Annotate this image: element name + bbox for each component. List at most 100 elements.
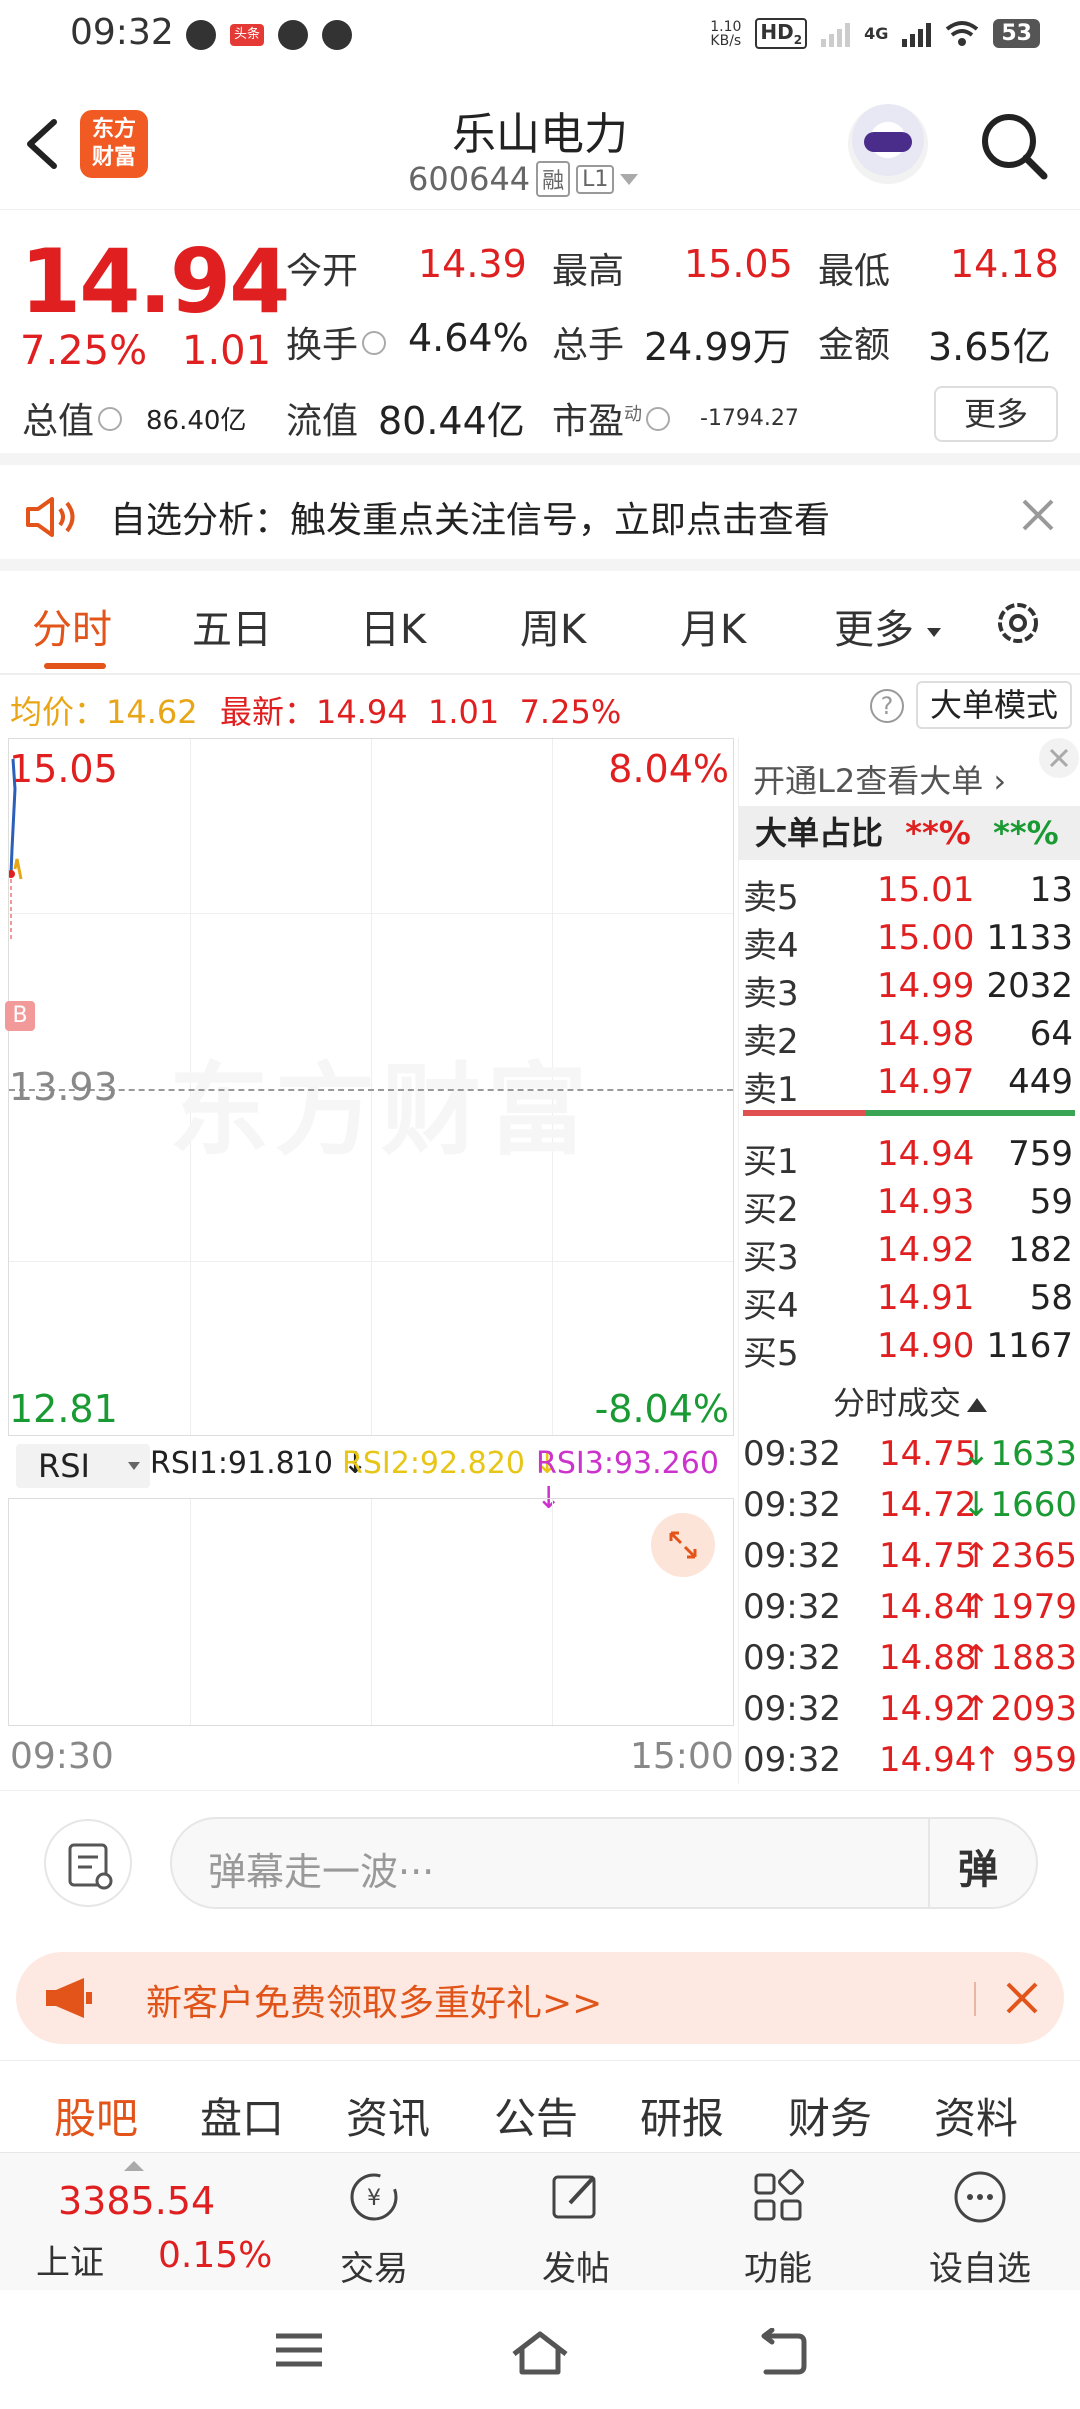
speaker-icon <box>26 497 75 537</box>
level-badge: L1 <box>576 164 615 194</box>
tab-profile[interactable]: 资料 <box>934 2085 1018 2146</box>
tick-row: 09:32 14.72 ↓1660 <box>743 1485 1077 1525</box>
chart-bottom-pct: -8.04% <box>594 1387 729 1431</box>
tab-intraday[interactable]: 分时 <box>32 597 112 655</box>
edit-icon <box>552 2175 596 2219</box>
tab-daily-k[interactable]: 日K <box>360 597 426 655</box>
mktcap-value: 86.40亿 <box>146 406 247 436</box>
tab-monthly-k[interactable]: 月K <box>680 597 746 655</box>
big-order-ratio: 大单占比 **% **% <box>739 806 1080 860</box>
turnover-label[interactable]: 换手 <box>286 316 387 368</box>
chevron-up-icon <box>124 2161 144 2171</box>
volume-value: 24.99万 <box>644 325 791 369</box>
status-bar: 09:32 头条 1.10 KB/s HD2 4G 53 <box>0 0 1080 80</box>
chart-start-time: 09:30 <box>10 1736 114 1777</box>
open-value: 14.39 <box>418 242 527 286</box>
home-icon[interactable] <box>508 2328 572 2378</box>
chevron-down-icon <box>926 627 941 637</box>
close-icon[interactable] <box>1039 738 1079 778</box>
bid-row: 买5 14.90 1167 <box>743 1326 1073 1374</box>
notification-icons: 头条 <box>186 20 352 50</box>
tick-trades-header[interactable]: 分时成交 <box>739 1378 1080 1428</box>
index-name: 上证 <box>36 2243 104 2283</box>
search-icon[interactable] <box>978 110 1050 182</box>
bid-row: 买1 14.94 759 <box>743 1134 1073 1182</box>
float-cap-value: 80.44亿 <box>378 399 525 443</box>
bottom-nav: 3385.54 上证 0.15% ¥ 交易 发帖 功能 设自选 <box>0 2152 1080 2290</box>
grid-line <box>9 913 733 914</box>
ask-row: 卖3 14.99 2032 <box>743 966 1073 1014</box>
telegram-icon <box>278 20 308 50</box>
amount-label: 金额 <box>818 325 891 366</box>
tab-finance[interactable]: 财务 <box>788 2085 872 2146</box>
stock-code-selector[interactable]: 600644 融 L1 <box>408 160 639 198</box>
chart-period-tabs: 分时 五日 日K 周K 月K 更多 <box>0 571 1080 675</box>
menu-icon[interactable] <box>272 2328 326 2372</box>
help-icon[interactable]: ? <box>870 689 904 723</box>
nav-add-watchlist[interactable]: 设自选 <box>910 2167 1050 2290</box>
danmaku-input[interactable]: 弹幕走一波··· 弹 <box>170 1817 1038 1909</box>
order-book: 开通L2查看大单 › 大单占比 **% **% 卖5 15.01 13 卖4 15.0… <box>738 738 1080 1784</box>
tick-row: 09:32 14.94 ↑ 959 <box>743 1740 1077 1780</box>
high-value: 15.05 <box>684 242 793 286</box>
gear-icon[interactable] <box>990 595 1046 651</box>
ask-row: 卖4 15.00 1133 <box>743 918 1073 966</box>
pe-label[interactable]: 市盈动 <box>552 392 671 444</box>
tab-announcements[interactable]: 公告 <box>494 2085 578 2146</box>
signal-icon-sim1 <box>821 21 851 47</box>
margin-badge: 融 <box>536 161 571 197</box>
danmaku-toggle-button[interactable]: 弹 <box>958 1837 998 1895</box>
bid-row: 买4 14.91 58 <box>743 1278 1073 1326</box>
turnover-value: 4.64% <box>408 316 529 360</box>
danmaku-settings-icon[interactable] <box>44 1819 132 1907</box>
trade-icon: ¥ <box>350 2173 398 2221</box>
ai-assistant-avatar[interactable] <box>848 104 928 184</box>
nav-trade[interactable]: ¥ 交易 <box>304 2167 444 2290</box>
indicator-selector[interactable]: RSI <box>16 1444 150 1488</box>
info-icon <box>646 407 671 431</box>
info-icon <box>98 407 123 431</box>
more-quote-button[interactable]: 更多 <box>934 386 1058 442</box>
hd-icon: HD2 <box>755 18 808 49</box>
tab-guba[interactable]: 股吧 <box>54 2085 138 2146</box>
low-label: 最低 <box>818 251 891 292</box>
tab-weekly-k[interactable]: 周K <box>520 597 586 655</box>
stock-header: 东方 财富 乐山电力 600644 融 L1 <box>0 80 1080 210</box>
chart-bottom-price: 12.81 <box>9 1387 118 1431</box>
l2-upgrade-link[interactable]: 开通L2查看大单 › <box>753 756 1006 802</box>
buy-sell-ratio-bar <box>743 1110 1075 1116</box>
float-cap-label: 流值 <box>286 401 359 442</box>
expand-icon[interactable] <box>651 1513 715 1577</box>
analysis-notice[interactable]: 自选分析：触发重点关注信号，立即点击查看 <box>0 467 1080 571</box>
nav-post[interactable]: 发帖 <box>506 2167 646 2290</box>
intraday-chart[interactable]: 东方财富 15.05 8.04% 13.93 12.81 -8.04% B <box>5 738 734 1436</box>
grid-line <box>190 1499 191 1725</box>
tab-five-day[interactable]: 五日 <box>192 597 272 655</box>
grid-line <box>552 1499 553 1725</box>
indicator-bar: RSI RSI1:91.810 ↓ RSI2:92.820 ↓ RSI3:93.… <box>8 1438 734 1516</box>
big-order-mode-button[interactable]: 大单模式 <box>916 681 1073 729</box>
bid-row: 买2 14.93 59 <box>743 1182 1073 1230</box>
buy-marker[interactable]: B <box>5 1001 35 1031</box>
rsi-chart[interactable] <box>8 1498 734 1726</box>
promo-banner[interactable]: 新客户免费领取多重好礼>> <box>16 1952 1064 2044</box>
tab-news[interactable]: 资讯 <box>346 2085 430 2146</box>
close-icon[interactable] <box>1018 495 1058 535</box>
content-tabs: 股吧 盘口 资讯 公告 研报 财务 资料 <box>0 2060 1080 2152</box>
play-icon <box>186 20 216 50</box>
news-app-icon: 头条 <box>230 24 264 46</box>
back-nav-icon[interactable] <box>754 2328 808 2376</box>
network-type: 4G <box>864 24 889 43</box>
tab-pankou[interactable]: 盘口 <box>200 2085 284 2146</box>
close-icon[interactable] <box>1004 1980 1040 2016</box>
svg-text:¥: ¥ <box>367 2186 381 2211</box>
mktcap-label[interactable]: 总值 <box>22 392 123 444</box>
low-value: 14.18 <box>950 242 1059 286</box>
high-label: 最高 <box>552 251 625 292</box>
tab-more[interactable]: 更多 <box>834 597 941 655</box>
danmaku-placeholder: 弹幕走一波··· <box>208 1850 435 1894</box>
info-icon <box>362 331 387 355</box>
tab-research[interactable]: 研报 <box>640 2085 724 2146</box>
nav-functions[interactable]: 功能 <box>708 2167 848 2290</box>
index-value: 3385.54 <box>58 2179 216 2223</box>
